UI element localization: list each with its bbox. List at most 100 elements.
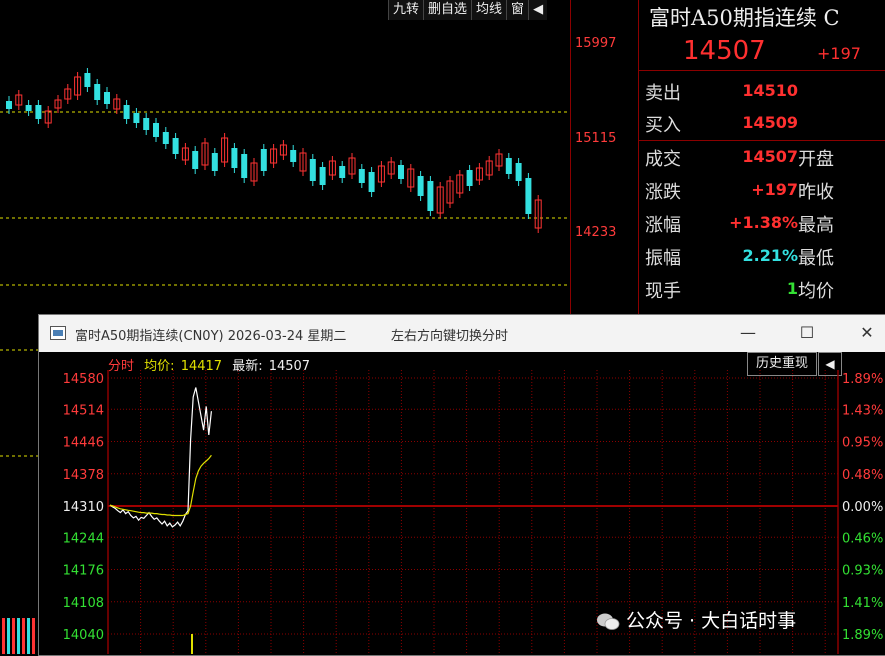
price-label: 14233 xyxy=(575,225,617,240)
left-axis-label: 14040 xyxy=(63,628,104,643)
watermark: 公众号 · 大白话时事 xyxy=(596,606,796,633)
volume-bar xyxy=(22,618,25,654)
candle-body xyxy=(466,170,473,186)
candle-body xyxy=(358,169,365,183)
quote-label: 昨收 xyxy=(798,182,834,203)
quote-label: 振幅 xyxy=(645,248,681,269)
volume-bar xyxy=(7,618,10,654)
candle-body xyxy=(133,113,140,123)
candle-body xyxy=(153,123,159,137)
window-titlebar[interactable]: 富时A50期指连续(CN0Y) 2026-03-24 星期二 左右方向键切换分时… xyxy=(39,315,885,352)
candle-body xyxy=(6,101,12,109)
quote-label: 卖出 xyxy=(645,83,681,104)
candle-body xyxy=(515,163,522,181)
candle-body xyxy=(398,165,404,179)
candle-body xyxy=(241,154,248,178)
quote-label: 最低 xyxy=(798,248,834,269)
candle-body xyxy=(309,159,316,181)
top-toolbar: 九转 删自选 均线 窗 ◀ xyxy=(388,0,548,20)
volume-bar xyxy=(12,618,15,654)
candle-body xyxy=(35,105,42,119)
right-axis-label: 0.00% xyxy=(842,500,883,515)
candle-body xyxy=(505,158,512,174)
window-hint: 左右方向键切换分时 xyxy=(391,329,509,344)
wechat-icon xyxy=(597,613,620,630)
quote-label: 涨跌 xyxy=(645,182,681,203)
quote-value: +197 xyxy=(751,180,798,199)
candle-body xyxy=(104,92,110,104)
quote-value: 2.21% xyxy=(742,246,798,265)
price-label: 15997 xyxy=(575,36,617,51)
left-axis-label: 14446 xyxy=(63,436,104,451)
left-axis-label: 14310 xyxy=(63,500,104,515)
quote-value: +1.38% xyxy=(729,213,798,232)
quote-row-volume: 成交 14507 开盘 xyxy=(645,141,885,171)
quote-value: 14509 xyxy=(742,113,798,132)
candle-body xyxy=(525,178,532,214)
quote-row-ask: 卖出 14510 xyxy=(645,75,885,105)
maximize-icon[interactable]: ☐ xyxy=(797,323,817,343)
quote-label: 均价 xyxy=(798,281,834,302)
candle-body xyxy=(319,167,326,185)
candle-body xyxy=(84,73,91,87)
candle-body xyxy=(368,172,375,192)
volume-bar xyxy=(32,618,35,654)
quote-value: 14510 xyxy=(742,81,798,100)
candle-body xyxy=(94,84,101,100)
remove-favorite-button[interactable]: 删自选 xyxy=(423,0,472,20)
quote-label: 涨幅 xyxy=(645,215,681,236)
quote-label: 成交 xyxy=(645,149,681,170)
candle-body xyxy=(417,176,424,196)
moving-average-button[interactable]: 均线 xyxy=(471,0,507,20)
right-axis-label: 0.48% xyxy=(842,468,883,483)
left-axis-label: 14514 xyxy=(63,403,104,418)
right-axis-label: 1.89% xyxy=(842,372,883,387)
candle-body xyxy=(192,151,199,169)
volume-bar xyxy=(17,618,20,654)
nine-turn-button[interactable]: 九转 xyxy=(388,0,424,20)
candle-body xyxy=(123,105,130,119)
quote-row-current-hand: 现手 1 均价 xyxy=(645,273,885,303)
left-axis-label: 14580 xyxy=(63,372,104,387)
quote-row-bid: 买入 14509 xyxy=(645,107,885,137)
right-axis-label: 1.41% xyxy=(842,596,883,611)
candle-body xyxy=(427,181,434,211)
quote-panel: 富时A50期指连续 C 14507 +197 卖出 14510 买入 14509… xyxy=(638,0,885,320)
quote-label: 开盘 xyxy=(798,149,834,170)
price-axis: 15997 15115 14233 xyxy=(570,0,639,320)
quote-value: 1 xyxy=(786,279,798,298)
price-label: 15115 xyxy=(575,131,617,146)
quote-row-change: 涨跌 +197 昨收 xyxy=(645,174,885,204)
last-price: 14507 xyxy=(683,36,766,66)
left-axis-label: 14244 xyxy=(63,531,104,546)
price-change: +197 xyxy=(817,44,861,63)
quote-label: 现手 xyxy=(645,281,681,302)
candle-body xyxy=(25,105,32,111)
candle-body xyxy=(143,118,150,130)
candle-body xyxy=(290,150,297,162)
volume-bar xyxy=(27,618,30,654)
right-axis-label: 1.89% xyxy=(842,628,883,643)
left-axis-label: 14176 xyxy=(63,564,104,579)
quote-label: 买入 xyxy=(645,115,681,136)
quote-row-amplitude: 振幅 2.21% 最低 xyxy=(645,240,885,270)
left-axis-label: 14108 xyxy=(63,596,104,611)
instrument-title: 富时A50期指连续 C xyxy=(649,6,840,30)
quote-label: 最高 xyxy=(798,215,834,236)
candle-body xyxy=(339,166,346,178)
right-axis-label: 0.95% xyxy=(842,436,883,451)
app-icon xyxy=(50,326,66,340)
divider xyxy=(639,70,885,71)
collapse-icon[interactable]: ◀ xyxy=(528,0,548,20)
quote-row-percent: 涨幅 +1.38% 最高 xyxy=(645,207,885,237)
candle-body xyxy=(231,148,238,168)
candle-body xyxy=(211,153,218,171)
right-axis-label: 1.43% xyxy=(842,403,883,418)
window-button[interactable]: 窗 xyxy=(506,0,529,20)
minimize-icon[interactable]: — xyxy=(738,323,758,343)
left-axis-label: 14378 xyxy=(63,468,104,483)
window-title: 富时A50期指连续(CN0Y) 2026-03-24 星期二 xyxy=(75,329,347,344)
quote-value: 14507 xyxy=(742,147,798,166)
close-icon[interactable]: ✕ xyxy=(857,323,877,343)
volume-bar xyxy=(2,618,5,654)
